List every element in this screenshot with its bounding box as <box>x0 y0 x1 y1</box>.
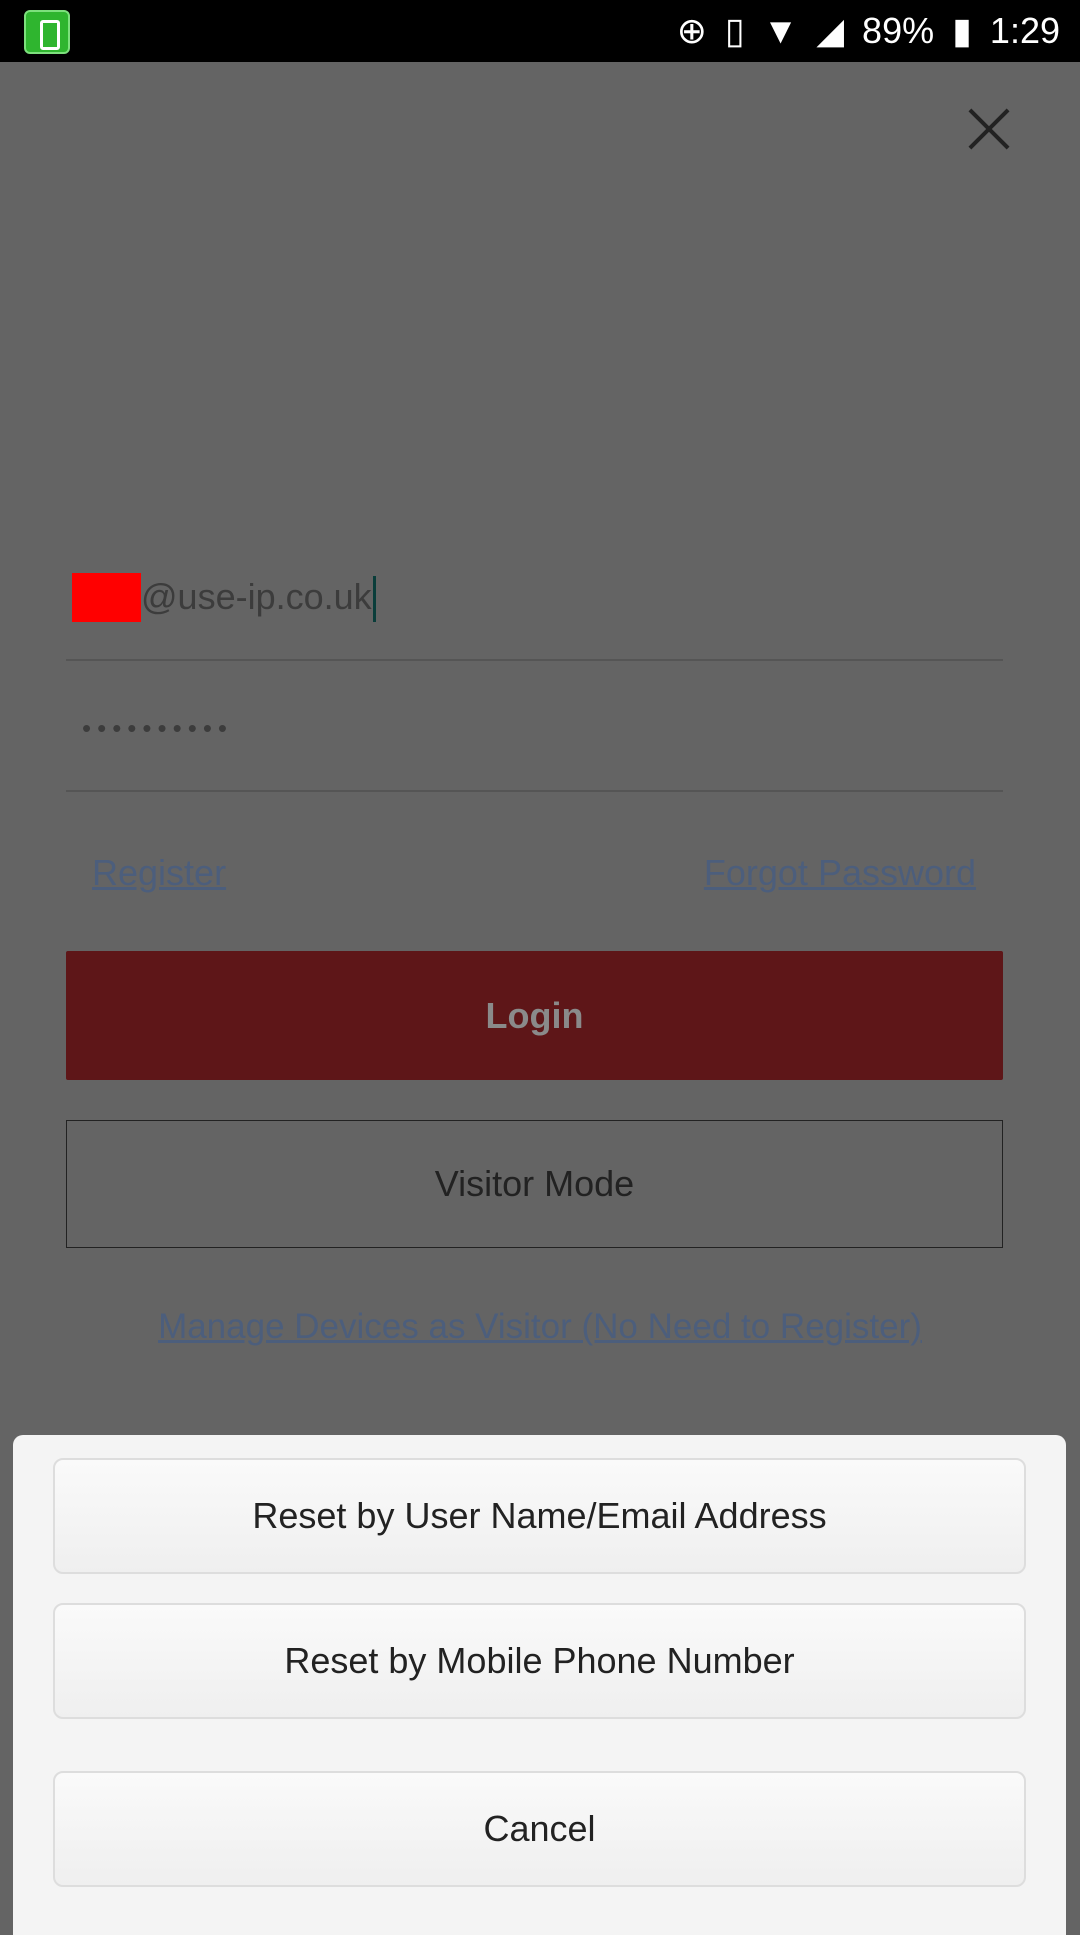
reset-password-action-sheet: Reset by User Name/Email Address Reset b… <box>13 1435 1066 1935</box>
forgot-password-link[interactable]: Forgot Password <box>704 852 976 894</box>
cancel-button[interactable]: Cancel <box>53 1771 1026 1887</box>
visitor-mode-button[interactable]: Visitor Mode <box>66 1120 1003 1248</box>
data-saver-icon: ⊕ <box>676 10 707 51</box>
login-button[interactable]: Login <box>66 951 1003 1080</box>
reset-by-username-button[interactable]: Reset by User Name/Email Address <box>53 1458 1026 1574</box>
email-field[interactable]: @use-ip.co.uk <box>66 560 1003 661</box>
battery-icon: ▮ <box>952 10 972 51</box>
battery-level: 89% <box>862 10 935 51</box>
password-field[interactable]: •••••••••• <box>66 661 1003 792</box>
vibrate-icon: ▯ <box>724 10 745 51</box>
password-mask: •••••••••• <box>82 713 234 743</box>
app-icon <box>24 10 70 54</box>
reset-by-phone-button[interactable]: Reset by Mobile Phone Number <box>53 1603 1026 1719</box>
clock: 1:29 <box>989 10 1060 51</box>
manage-as-visitor-link[interactable]: Manage Devices as Visitor (No Need to Re… <box>0 1307 1080 1347</box>
wifi-icon: ▼ <box>762 10 799 51</box>
text-cursor <box>372 576 376 623</box>
close-icon[interactable] <box>966 106 1012 152</box>
email-value: @use-ip.co.uk <box>141 576 372 617</box>
status-bar: ⊕ ▯ ▼ ◢ 89% ▮ 1:29 <box>0 0 1080 62</box>
redacted-username <box>72 573 141 622</box>
signal-icon: ◢ <box>816 10 845 51</box>
register-link[interactable]: Register <box>92 852 226 894</box>
